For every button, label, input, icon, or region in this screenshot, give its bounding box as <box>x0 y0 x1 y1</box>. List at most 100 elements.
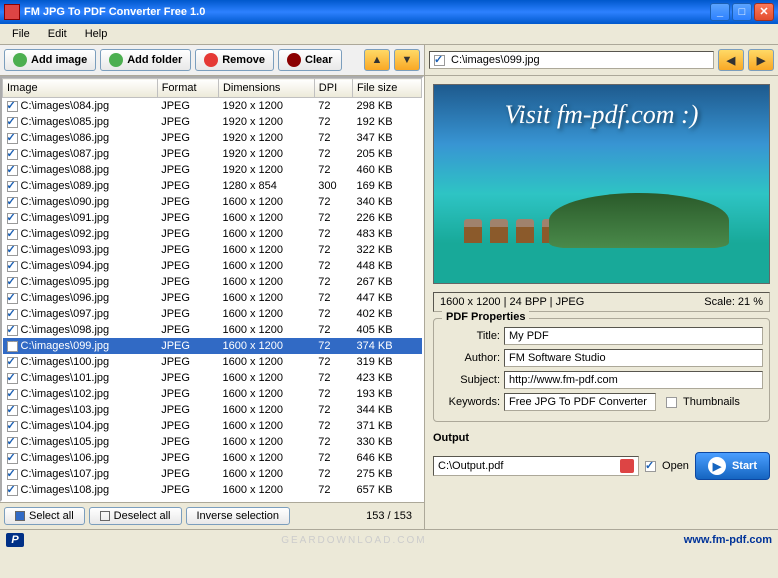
table-row[interactable]: C:\images\094.jpgJPEG1600 x 120072448 KB <box>3 258 422 274</box>
clear-button[interactable]: Clear <box>278 49 342 71</box>
row-checkbox[interactable] <box>7 181 18 192</box>
row-checkbox[interactable] <box>7 437 18 448</box>
row-checkbox[interactable] <box>7 373 18 384</box>
table-row[interactable]: C:\images\095.jpgJPEG1600 x 120072267 KB <box>3 274 422 290</box>
table-row[interactable]: C:\images\102.jpgJPEG1600 x 120072193 KB <box>3 386 422 402</box>
table-row[interactable]: C:\images\089.jpgJPEG1280 x 854300169 KB <box>3 178 422 194</box>
row-checkbox[interactable] <box>7 165 18 176</box>
row-checkbox[interactable] <box>7 485 18 496</box>
table-row[interactable]: C:\images\093.jpgJPEG1600 x 120072322 KB <box>3 242 422 258</box>
row-checkbox[interactable] <box>7 277 18 288</box>
start-button[interactable]: ▶Start <box>695 452 770 480</box>
select-all-button[interactable]: Select all <box>4 507 85 525</box>
row-checkbox[interactable] <box>7 245 18 256</box>
col-format[interactable]: Format <box>157 79 218 98</box>
add-image-button[interactable]: Add image <box>4 49 96 71</box>
remove-button[interactable]: Remove <box>195 49 274 71</box>
row-checkbox[interactable] <box>7 213 18 224</box>
row-checkbox[interactable] <box>7 133 18 144</box>
menu-edit[interactable]: Edit <box>40 26 75 42</box>
thumbnails-checkbox[interactable] <box>666 397 677 408</box>
inverse-selection-button[interactable]: Inverse selection <box>186 507 291 525</box>
row-checkbox[interactable] <box>7 389 18 400</box>
table-row[interactable]: C:\images\088.jpgJPEG1920 x 120072460 KB <box>3 162 422 178</box>
item-counter: 153 / 153 <box>366 510 420 522</box>
open-checkbox[interactable] <box>645 461 656 472</box>
col-dpi[interactable]: DPI <box>314 79 352 98</box>
app-icon <box>4 4 20 20</box>
checkbox-off-icon <box>100 511 110 521</box>
table-row[interactable]: C:\images\104.jpgJPEG1600 x 120072371 KB <box>3 418 422 434</box>
table-row[interactable]: C:\images\091.jpgJPEG1600 x 120072226 KB <box>3 210 422 226</box>
window-title: FM JPG To PDF Converter Free 1.0 <box>24 6 708 18</box>
row-checkbox[interactable] <box>7 117 18 128</box>
statusbar: P GEARDOWNLOAD.COM www.fm-pdf.com <box>0 529 778 550</box>
add-folder-button[interactable]: Add folder <box>100 49 191 71</box>
table-row[interactable]: C:\images\107.jpgJPEG1600 x 120072275 KB <box>3 466 422 482</box>
folder-plus-icon <box>109 53 123 67</box>
row-checkbox[interactable] <box>7 453 18 464</box>
menu-file[interactable]: File <box>4 26 38 42</box>
checkbox-on-icon <box>15 511 25 521</box>
row-checkbox[interactable] <box>7 341 18 352</box>
row-checkbox[interactable] <box>7 421 18 432</box>
author-input[interactable] <box>504 349 763 367</box>
table-row[interactable]: C:\images\106.jpgJPEG1600 x 120072646 KB <box>3 450 422 466</box>
preview-info: 1600 x 1200 | 24 BPP | JPEG Scale: 21 % <box>433 292 770 312</box>
table-row[interactable]: C:\images\108.jpgJPEG1600 x 120072657 KB <box>3 482 422 498</box>
row-checkbox[interactable] <box>7 101 18 112</box>
row-checkbox[interactable] <box>7 357 18 368</box>
table-row[interactable]: C:\images\100.jpgJPEG1600 x 120072319 KB <box>3 354 422 370</box>
table-row[interactable]: C:\images\097.jpgJPEG1600 x 120072402 KB <box>3 306 422 322</box>
row-checkbox[interactable] <box>7 469 18 480</box>
table-row[interactable]: C:\images\085.jpgJPEG1920 x 120072192 KB <box>3 114 422 130</box>
titlebar: FM JPG To PDF Converter Free 1.0 _ □ ✕ <box>0 0 778 24</box>
table-row[interactable]: C:\images\098.jpgJPEG1600 x 120072405 KB <box>3 322 422 338</box>
table-row[interactable]: C:\images\105.jpgJPEG1600 x 120072330 KB <box>3 434 422 450</box>
title-input[interactable] <box>504 327 763 345</box>
col-filesize[interactable]: File size <box>353 79 422 98</box>
clear-icon <box>287 53 301 67</box>
row-checkbox[interactable] <box>7 325 18 336</box>
website-link[interactable]: www.fm-pdf.com <box>684 534 772 546</box>
table-row[interactable]: C:\images\084.jpgJPEG1920 x 120072298 KB <box>3 98 422 115</box>
table-row[interactable]: C:\images\096.jpgJPEG1600 x 120072447 KB <box>3 290 422 306</box>
row-checkbox[interactable] <box>7 405 18 416</box>
table-row[interactable]: C:\images\092.jpgJPEG1600 x 120072483 KB <box>3 226 422 242</box>
col-image[interactable]: Image <box>3 79 158 98</box>
image-table[interactable]: Image Format Dimensions DPI File size C:… <box>0 76 424 502</box>
col-dimensions[interactable]: Dimensions <box>218 79 314 98</box>
row-checkbox[interactable] <box>7 197 18 208</box>
minimize-button[interactable]: _ <box>710 3 730 21</box>
row-checkbox[interactable] <box>7 309 18 320</box>
table-row[interactable]: C:\images\101.jpgJPEG1600 x 120072423 KB <box>3 370 422 386</box>
maximize-button[interactable]: □ <box>732 3 752 21</box>
pdf-properties-group: PDF Properties Title: Author: Subject: K… <box>433 318 770 422</box>
minus-icon <box>204 53 218 67</box>
keywords-input[interactable] <box>504 393 656 411</box>
prev-image-button[interactable]: ◀ <box>718 49 744 71</box>
row-checkbox[interactable] <box>7 293 18 304</box>
close-button[interactable]: ✕ <box>754 3 774 21</box>
menubar: File Edit Help <box>0 24 778 45</box>
play-icon: ▶ <box>708 457 726 475</box>
preview-image: Visit fm-pdf.com :) <box>433 84 770 284</box>
move-down-button[interactable]: ▼ <box>394 49 420 71</box>
table-row[interactable]: C:\images\099.jpgJPEG1600 x 120072374 KB <box>3 338 422 354</box>
deselect-all-button[interactable]: Deselect all <box>89 507 182 525</box>
table-row[interactable]: C:\images\087.jpgJPEG1920 x 120072205 KB <box>3 146 422 162</box>
paypal-icon[interactable]: P <box>6 533 24 547</box>
output-path-field[interactable]: C:\Output.pdf <box>433 456 639 476</box>
right-panel: C:\images\099.jpg ◀ ▶ Visit fm-pdf.com :… <box>425 45 778 529</box>
move-up-button[interactable]: ▲ <box>364 49 390 71</box>
next-image-button[interactable]: ▶ <box>748 49 774 71</box>
row-checkbox[interactable] <box>7 149 18 160</box>
table-row[interactable]: C:\images\103.jpgJPEG1600 x 120072344 KB <box>3 402 422 418</box>
row-checkbox[interactable] <box>7 261 18 272</box>
menu-help[interactable]: Help <box>77 26 116 42</box>
subject-input[interactable] <box>504 371 763 389</box>
table-row[interactable]: C:\images\090.jpgJPEG1600 x 120072340 KB <box>3 194 422 210</box>
row-checkbox[interactable] <box>7 229 18 240</box>
preview-checkbox[interactable] <box>434 55 445 66</box>
table-row[interactable]: C:\images\086.jpgJPEG1920 x 120072347 KB <box>3 130 422 146</box>
